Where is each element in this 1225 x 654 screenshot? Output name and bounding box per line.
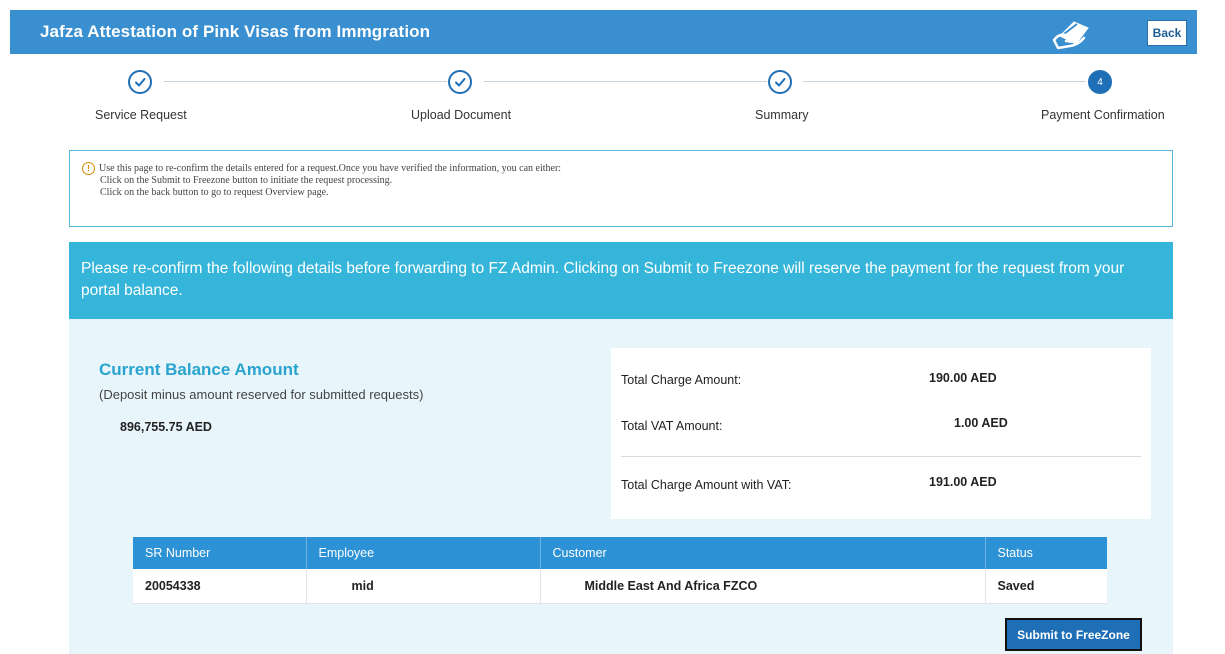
customer-cell: Middle East And Africa FZCO — [540, 569, 986, 604]
step-label-service-request: Service Request — [95, 108, 187, 122]
balance-title: Current Balance Amount — [99, 360, 299, 379]
divider — [621, 456, 1141, 457]
confirmation-banner: Please re-confirm the following details … — [69, 242, 1173, 319]
step-3-check-icon — [768, 70, 792, 94]
step-label-payment-confirmation: Payment Confirmation — [1041, 108, 1165, 122]
charges-summary: Total Charge Amount: 190.00 AED Total VA… — [611, 348, 1151, 519]
balance-subtitle: (Deposit minus amount reserved for submi… — [99, 387, 424, 402]
service-request-table: SR Number Employee Customer Status 20054… — [133, 537, 1107, 604]
total-vat-label: Total VAT Amount: — [621, 419, 723, 433]
payment-panel: Current Balance Amount (Deposit minus am… — [69, 319, 1173, 654]
table-header-row: SR Number Employee Customer Status — [133, 537, 1107, 569]
sr-number-cell: 20054338 — [133, 569, 307, 604]
total-charge-label: Total Charge Amount: — [621, 373, 742, 387]
instruction-line-2: Click on the Submit to Freezone button t… — [100, 175, 393, 186]
step-4-number: 4 — [1088, 70, 1112, 94]
column-header: Customer — [540, 537, 986, 569]
step-label-summary: Summary — [755, 108, 809, 122]
step-connector — [803, 81, 1086, 82]
payment-card-hand-icon — [1050, 14, 1094, 50]
total-with-vat-label: Total Charge Amount with VAT: — [621, 478, 792, 492]
info-icon: ! — [82, 162, 95, 175]
customer-name: Middle East And Africa FZCO — [584, 579, 758, 593]
back-button[interactable]: Back — [1147, 20, 1187, 46]
column-header: Employee — [306, 537, 541, 569]
balance-amount: 896,755.75 AED — [120, 420, 212, 434]
step-1-check-icon — [128, 70, 152, 94]
progress-stepper: 4 Service Request Upload Document Summar… — [0, 66, 1225, 136]
page-header: Jafza Attestation of Pink Visas from Imm… — [10, 10, 1197, 54]
total-with-vat-value: 191.00 AED — [929, 475, 997, 489]
employee-name: mid — [351, 579, 374, 593]
employee-cell: mid — [306, 569, 541, 604]
instruction-line-3: Click on the back button to go to reques… — [100, 187, 329, 198]
total-vat-value: 1.00 AED — [954, 416, 1008, 430]
total-charge-value: 190.00 AED — [929, 371, 997, 385]
page-title: Jafza Attestation of Pink Visas from Imm… — [40, 22, 431, 41]
submit-to-freezone-button[interactable]: Submit to FreeZone — [1005, 618, 1142, 651]
instruction-line-1: Use this page to re-confirm the details … — [99, 162, 562, 174]
table-row[interactable]: 20054338 mid Middle East And Africa FZCO… — [133, 569, 1107, 604]
column-header: SR Number — [133, 537, 307, 569]
status-cell: Saved — [985, 569, 1107, 604]
step-connector — [484, 81, 767, 82]
step-2-check-icon — [448, 70, 472, 94]
column-header: Status — [985, 537, 1107, 569]
step-label-upload-document: Upload Document — [411, 108, 512, 122]
instructions-box: ! Use this page to re-confirm the details… — [69, 150, 1173, 227]
step-connector — [164, 81, 447, 82]
